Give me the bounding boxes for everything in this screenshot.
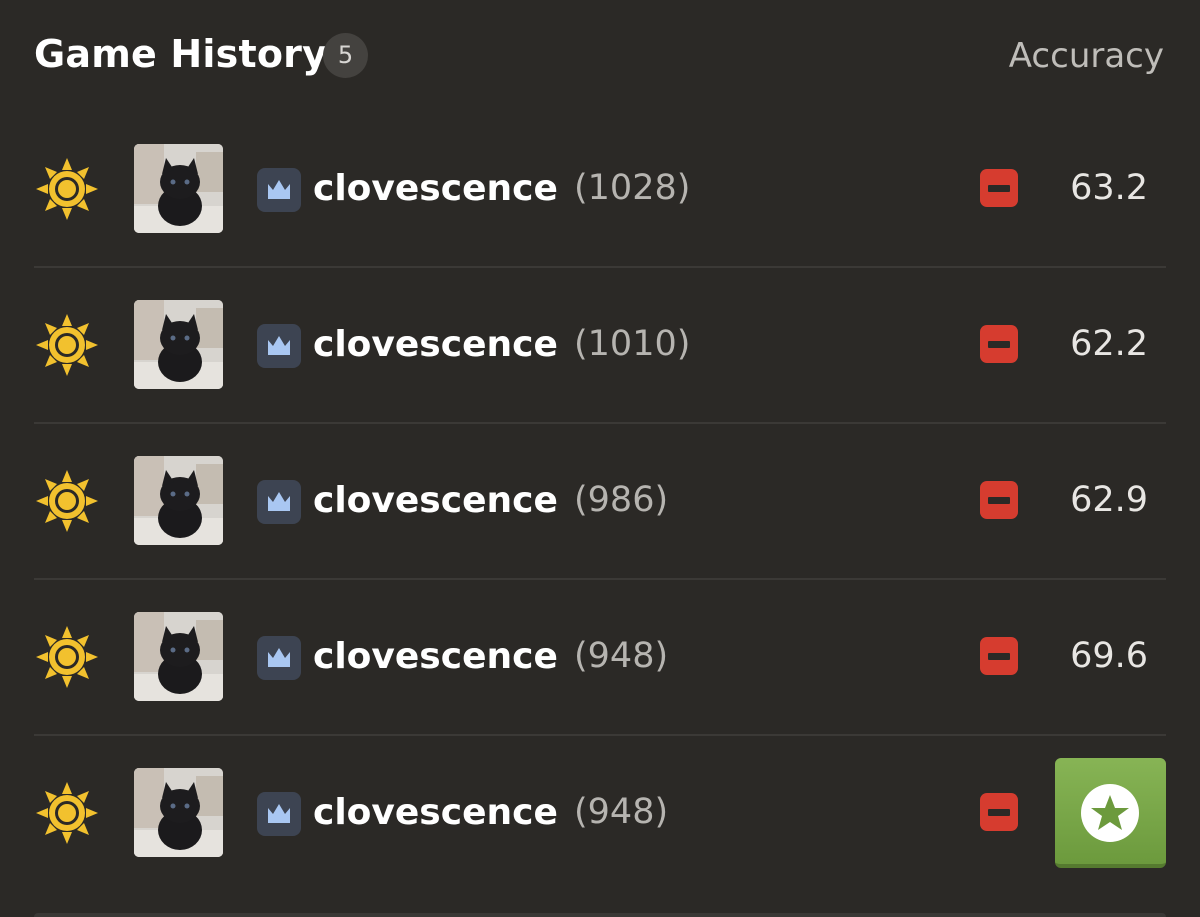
game-row[interactable]: clovescence (948) 69.6: [0, 580, 1200, 736]
opponent-username[interactable]: clovescence: [313, 480, 558, 521]
accuracy-value: 63.2: [1070, 168, 1148, 208]
opponent-rating: (1010): [574, 324, 691, 364]
loss-result-icon: [980, 169, 1018, 207]
sun-icon: [36, 782, 98, 844]
game-list: clovescence (1028) 63.2 clovescence (101…: [0, 112, 1200, 892]
avatar[interactable]: [134, 456, 223, 545]
accuracy-column-header: Accuracy: [1008, 36, 1164, 76]
loss-result-icon: [980, 325, 1018, 363]
game-row[interactable]: clovescence (1010) 62.2: [0, 268, 1200, 424]
star-icon: [1091, 795, 1129, 830]
sun-icon: [36, 314, 98, 376]
game-history-panel: Game History 5 Accuracy clovescence (102…: [0, 0, 1200, 917]
sun-icon: [36, 626, 98, 688]
membership-crown-icon: [257, 324, 301, 368]
opponent-username[interactable]: clovescence: [313, 636, 558, 677]
sun-icon: [36, 158, 98, 220]
membership-crown-icon: [257, 480, 301, 524]
avatar[interactable]: [134, 612, 223, 701]
membership-crown-icon: [257, 792, 301, 836]
loss-result-icon: [980, 481, 1018, 519]
opponent-rating: (986): [574, 480, 669, 520]
avatar[interactable]: [134, 144, 223, 233]
opponent-rating: (948): [574, 792, 669, 832]
section-title: Game History: [34, 32, 328, 76]
opponent-rating: (1028): [574, 168, 691, 208]
accuracy-value: 62.9: [1070, 480, 1148, 520]
avatar[interactable]: [134, 768, 223, 857]
loss-result-icon: [980, 637, 1018, 675]
game-row[interactable]: clovescence (986) 62.9: [0, 424, 1200, 580]
opponent-username[interactable]: clovescence: [313, 324, 558, 365]
game-count-badge: 5: [323, 33, 368, 78]
avatar[interactable]: [134, 300, 223, 389]
membership-crown-icon: [257, 168, 301, 212]
game-history-header: Game History 5 Accuracy: [0, 0, 1200, 112]
loss-result-icon: [980, 793, 1018, 831]
accuracy-value: 69.6: [1070, 636, 1148, 676]
sun-icon: [36, 470, 98, 532]
game-row[interactable]: clovescence (1028) 63.2: [0, 112, 1200, 268]
next-section-edge: [34, 913, 1166, 917]
review-game-button[interactable]: [1055, 758, 1166, 868]
accuracy-value: 62.2: [1070, 324, 1148, 364]
opponent-username[interactable]: clovescence: [313, 168, 558, 209]
membership-crown-icon: [257, 636, 301, 680]
review-badge: [1081, 784, 1139, 842]
game-row[interactable]: clovescence (948): [0, 736, 1200, 892]
opponent-username[interactable]: clovescence: [313, 792, 558, 833]
opponent-rating: (948): [574, 636, 669, 676]
